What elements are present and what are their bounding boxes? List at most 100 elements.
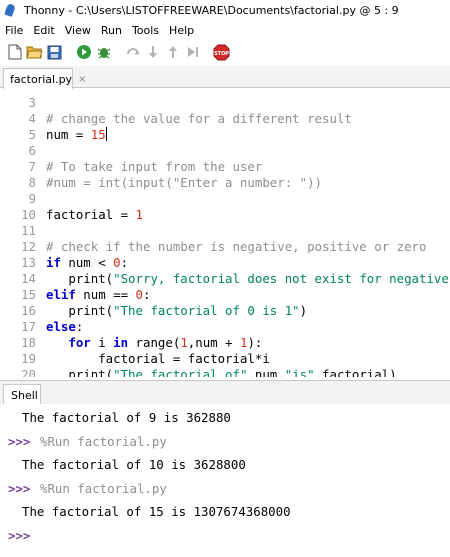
code-token: ): [247, 335, 263, 350]
menu-edit[interactable]: Edit [28, 24, 59, 37]
code-line[interactable]: 19 factorial = factorial*i [0, 351, 450, 367]
shell-output-line: The factorial of 15 is 1307674368000 [0, 503, 450, 521]
code-line[interactable]: 20 print("The factorial of",num,"is",fac… [0, 367, 450, 377]
code-editor[interactable]: 3 4 # change the value for a different res… [0, 89, 450, 377]
code-line[interactable]: 9 [0, 191, 450, 207]
line-number: 17 [21, 319, 36, 334]
step-into-icon[interactable] [144, 44, 161, 61]
shell-command-line[interactable]: >>> [0, 527, 450, 545]
line-number: 15 [21, 287, 36, 302]
code-text: print("The factorial of",num,"is",factor… [46, 367, 397, 377]
code-token: ) [299, 303, 308, 318]
code-text: # To take input from the user [46, 159, 262, 175]
line-number: 19 [21, 351, 36, 366]
code-token: #num = int(input("Enter a number: ")) [46, 175, 323, 190]
code-line[interactable]: 14 print("Sorry, factorial does not exis… [0, 271, 450, 287]
editor-tab-bar: factorial.py × [0, 66, 450, 89]
menu-bar: File Edit View Run Tools Help [0, 21, 450, 39]
resume-icon[interactable] [184, 44, 201, 61]
step-over-icon[interactable] [124, 44, 141, 61]
code-token: 1 [180, 335, 188, 350]
code-token: i [90, 335, 114, 350]
step-out-icon[interactable] [164, 44, 181, 61]
window-title: Thonny - C:\Users\LISTOFFREEWARE\Documen… [24, 3, 399, 17]
open-file-icon[interactable] [26, 44, 43, 61]
code-line[interactable]: 4 # change the value for a different resu… [0, 111, 450, 127]
new-file-icon[interactable] [6, 44, 23, 61]
code-token: : [75, 319, 84, 334]
menu-tools[interactable]: Tools [127, 24, 164, 37]
tab-shell[interactable]: Shell [3, 384, 41, 405]
save-file-icon[interactable] [46, 44, 63, 61]
code-text: # change the value for a different resul… [46, 111, 352, 127]
code-token: # change the value for a different resul… [46, 111, 352, 126]
line-number: 16 [21, 303, 36, 318]
code-line[interactable]: 18 for i in range(1,num + 1): [0, 335, 450, 351]
toolbar: STOP [0, 40, 450, 64]
code-line[interactable]: 7 # To take input from the user [0, 159, 450, 175]
menu-view[interactable]: View [60, 24, 96, 37]
code-token: if [46, 255, 61, 270]
code-token: ,num, [247, 367, 285, 377]
code-token: factorial = factorial*i [46, 351, 270, 366]
shell-command-text: %Run factorial.py [40, 480, 167, 496]
code-token: num < [60, 255, 114, 270]
code-text: print("Sorry, factorial does not exist f… [46, 271, 450, 287]
line-number: 6 [28, 143, 36, 158]
shell-command-line[interactable]: >>> %Run factorial.py [0, 480, 450, 498]
code-text: elif num == 0: [46, 287, 150, 303]
code-token: "The factorial of" [113, 367, 248, 377]
code-token: range( [128, 335, 181, 350]
code-text: num = 15 [46, 127, 107, 143]
code-token: ,factorial) [314, 367, 397, 377]
code-line[interactable]: 6 [0, 143, 450, 159]
code-text: factorial = factorial*i [46, 351, 270, 367]
code-token: print( [46, 303, 114, 318]
shell-command-line[interactable]: >>> %Run factorial.py [0, 433, 450, 451]
shell-tab-bar: Shell [0, 380, 450, 405]
code-token: else [46, 319, 76, 334]
run-icon[interactable] [75, 44, 92, 61]
code-text: #num = int(input("Enter a number: ")) [46, 175, 322, 191]
code-token: print( [46, 271, 114, 286]
line-number: 4 [28, 111, 36, 126]
code-line[interactable]: 11 [0, 223, 450, 239]
close-icon[interactable]: × [78, 74, 86, 85]
code-text: if num < 0: [46, 255, 128, 271]
line-number: 14 [21, 271, 36, 286]
code-token: elif [46, 287, 76, 302]
menu-file[interactable]: File [0, 24, 28, 37]
code-line[interactable]: 12 # check if the number is negative, pos… [0, 239, 450, 255]
code-line[interactable]: 8 #num = int(input("Enter a number: ")) [0, 175, 450, 191]
shell-prompt: >>> [8, 480, 31, 496]
code-token: "The factorial of 0 is 1" [113, 303, 300, 318]
shell-console[interactable]: The factorial of 9 is 362880 >>> %Run fact… [0, 404, 450, 557]
menu-run[interactable]: Run [96, 24, 127, 37]
code-line[interactable]: 10 factorial = 1 [0, 207, 450, 223]
line-number: 20 [21, 367, 36, 377]
code-line[interactable]: 15 elif num == 0: [0, 287, 450, 303]
code-token: "Sorry, factorial does not exist for neg… [113, 271, 450, 286]
stop-label: STOP [214, 50, 229, 56]
menu-help[interactable]: Help [164, 24, 199, 37]
code-token: # check if the number is negative, posit… [46, 239, 427, 254]
thonny-logo-icon [4, 3, 18, 17]
code-line[interactable]: 13 if num < 0: [0, 255, 450, 271]
line-number: 5 [28, 127, 36, 142]
shell-output-text: The factorial of 15 is 1307674368000 [22, 504, 291, 519]
tab-factorial-py[interactable]: factorial.py × [3, 68, 86, 89]
shell-output-text: The factorial of 9 is 362880 [22, 410, 231, 425]
code-token: in [113, 335, 129, 350]
code-line[interactable]: 5 num = 15 [0, 127, 450, 143]
code-line[interactable]: 16 print("The factorial of 0 is 1") [0, 303, 450, 319]
debug-icon[interactable] [95, 44, 112, 61]
shell-output-line: The factorial of 10 is 3628800 [0, 456, 450, 474]
code-line[interactable]: 17 else: [0, 319, 450, 335]
code-line[interactable]: 3 [0, 95, 450, 111]
tab-label: factorial.py [10, 72, 73, 86]
code-token: ,num + [187, 335, 240, 350]
shell-output-text: The factorial of 10 is 3628800 [22, 457, 246, 472]
line-number: 13 [21, 255, 36, 270]
stop-icon[interactable]: STOP [213, 44, 230, 61]
line-number: 7 [28, 159, 36, 174]
